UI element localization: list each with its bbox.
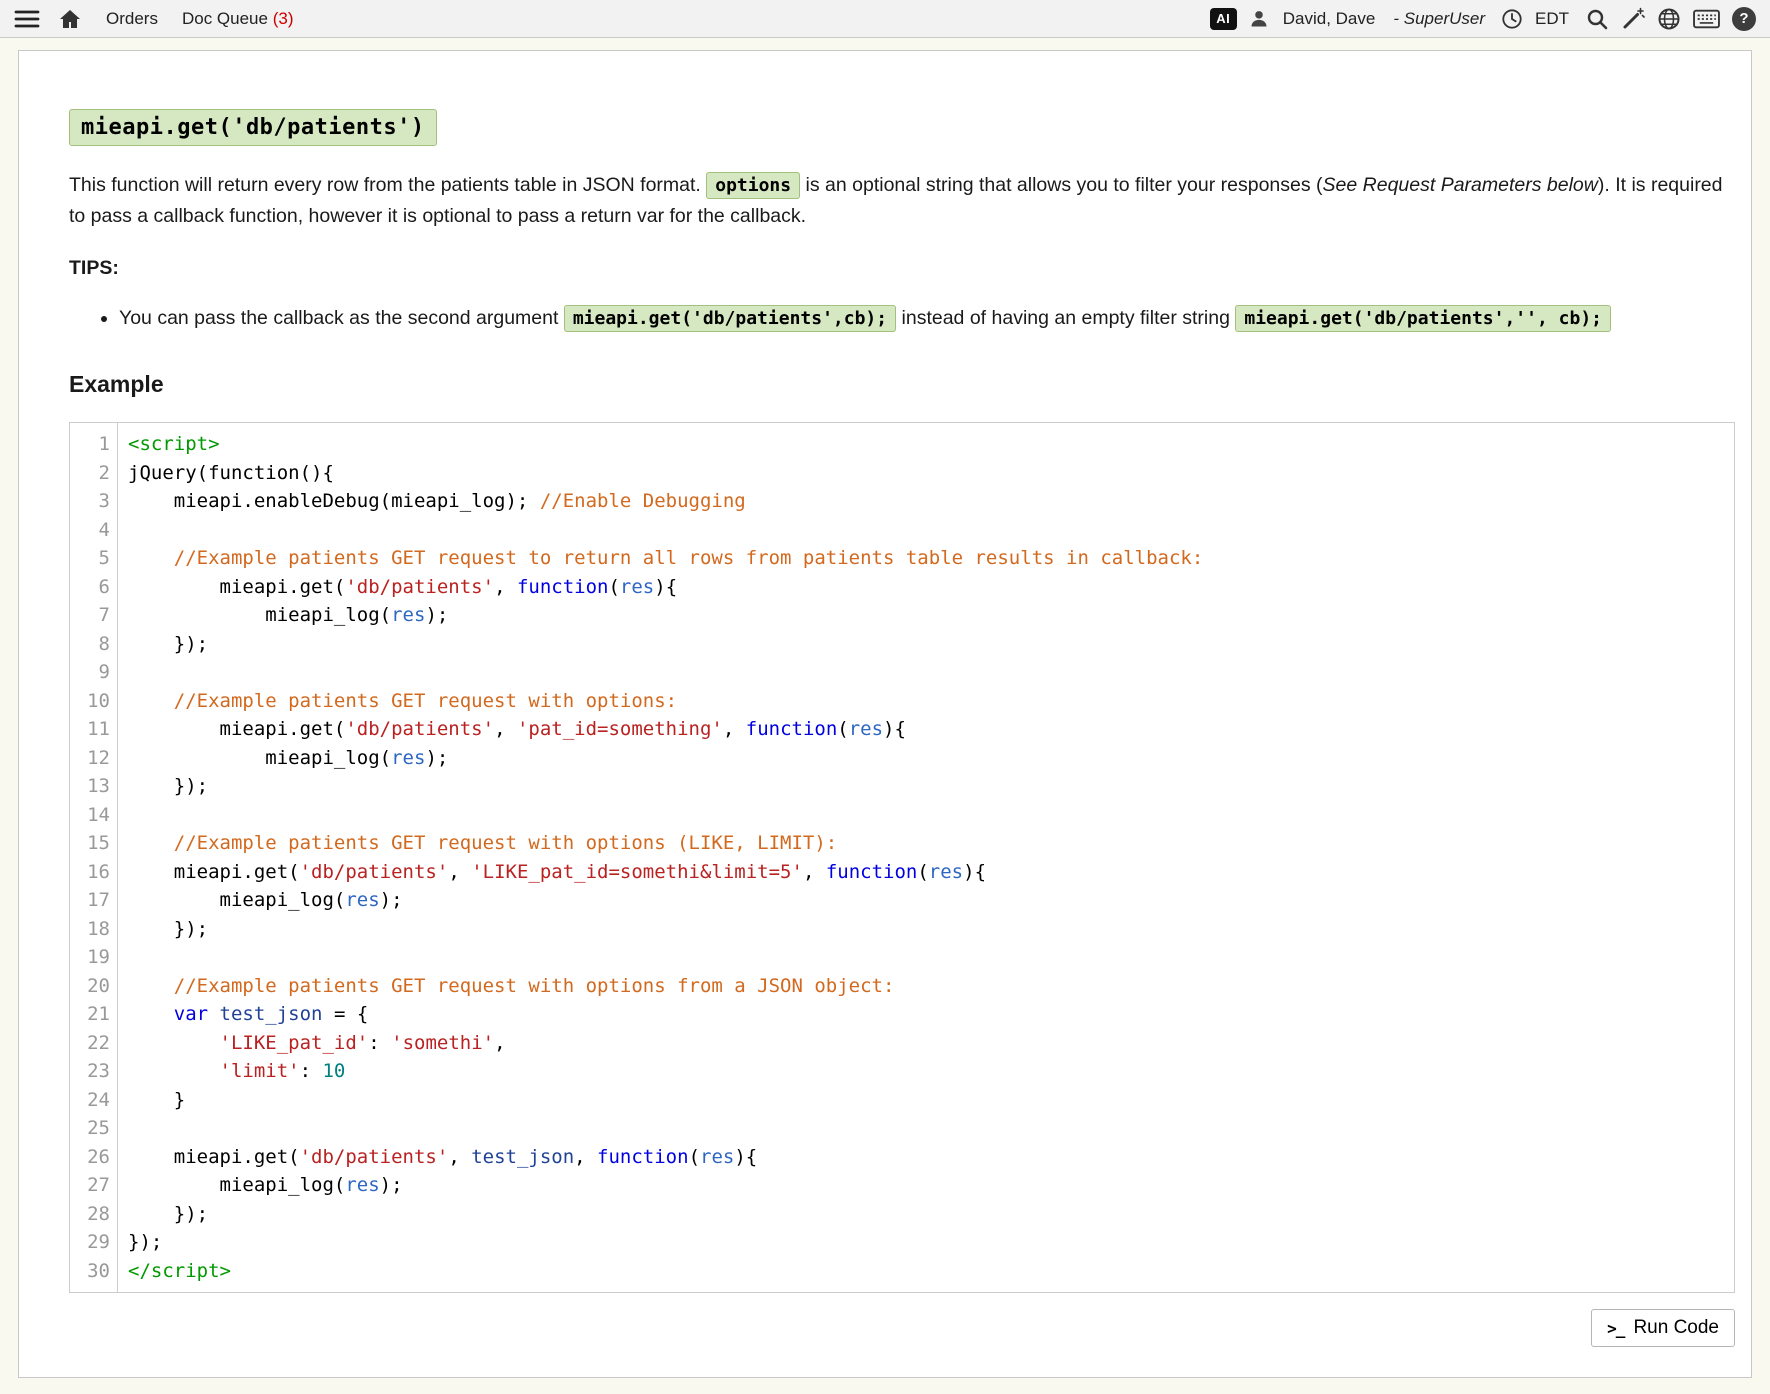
page-title: mieapi.get('db/patients') (69, 109, 437, 146)
line-number: 24 (70, 1086, 110, 1115)
line-number: 29 (70, 1228, 110, 1257)
toolbar-nav: Orders Doc Queue (3) (106, 9, 293, 29)
code-line: mieapi_log(res); (128, 886, 1726, 915)
home-icon[interactable] (58, 7, 82, 31)
code-line: //Example patients GET request with opti… (128, 687, 1726, 716)
line-number: 8 (70, 630, 110, 659)
line-number: 22 (70, 1029, 110, 1058)
line-number: 16 (70, 858, 110, 887)
code-line: //Example patients GET request with opti… (128, 829, 1726, 858)
toolbar-right: AI David, Dave - SuperUser EDT ? (1210, 7, 1756, 31)
terminal-prompt-icon: >_ (1607, 1319, 1624, 1338)
tip-item: You can pass the callback as the second … (119, 302, 1735, 335)
code-line: mieapi.get('db/patients', 'LIKE_pat_id=s… (128, 858, 1726, 887)
timezone-label: EDT (1535, 9, 1569, 29)
run-code-label: Run Code (1633, 1317, 1719, 1339)
code-line: jQuery(function(){ (128, 459, 1726, 488)
code-line: }); (128, 772, 1726, 801)
nav-orders[interactable]: Orders (106, 9, 158, 29)
line-number: 14 (70, 801, 110, 830)
line-number: 21 (70, 1000, 110, 1029)
wand-icon[interactable] (1621, 7, 1645, 31)
line-number: 9 (70, 658, 110, 687)
run-code-button[interactable]: >_ Run Code (1591, 1309, 1735, 1347)
help-icon[interactable]: ? (1732, 7, 1756, 31)
line-number: 26 (70, 1143, 110, 1172)
description: This function will return every row from… (69, 170, 1735, 231)
line-number: 15 (70, 829, 110, 858)
code-line: mieapi_log(res); (128, 1171, 1726, 1200)
line-number: 7 (70, 601, 110, 630)
code-line: //Example patients GET request to return… (128, 544, 1726, 573)
inline-code: options (706, 172, 800, 199)
menu-icon[interactable] (14, 8, 40, 30)
line-number: 13 (70, 772, 110, 801)
code-line: } (128, 1086, 1726, 1115)
inline-code: mieapi.get('db/patients','', cb); (1235, 305, 1611, 332)
code-line: mieapi_log(res); (128, 601, 1726, 630)
code-line: 'limit': 10 (128, 1057, 1726, 1086)
code-line: mieapi.get('db/patients', test_json, fun… (128, 1143, 1726, 1172)
code-line: mieapi.get('db/patients', function(res){ (128, 573, 1726, 602)
line-number: 5 (70, 544, 110, 573)
user-icon (1249, 9, 1269, 29)
line-number: 30 (70, 1257, 110, 1286)
nav-doc-queue[interactable]: Doc Queue (3) (182, 9, 294, 29)
line-number: 3 (70, 487, 110, 516)
code-line (128, 1114, 1726, 1143)
top-toolbar: Orders Doc Queue (3) AI David, Dave - Su… (0, 0, 1770, 38)
code-editor[interactable]: 1234567891011121314151617181920212223242… (69, 422, 1735, 1293)
code-lines: <script>jQuery(function(){ mieapi.enable… (118, 423, 1734, 1292)
line-number: 20 (70, 972, 110, 1001)
toolbar-left: Orders Doc Queue (3) (14, 7, 293, 31)
code-line: mieapi.enableDebug(mieapi_log); //Enable… (128, 487, 1726, 516)
globe-icon[interactable] (1657, 7, 1681, 31)
user-name[interactable]: David, Dave (1283, 9, 1376, 29)
line-number: 12 (70, 744, 110, 773)
tips-heading: TIPS: (69, 257, 1735, 280)
code-line (128, 658, 1726, 687)
code-line: mieapi_log(res); (128, 744, 1726, 773)
ai-badge[interactable]: AI (1210, 8, 1237, 30)
code-line: var test_json = { (128, 1000, 1726, 1029)
code-line: 'LIKE_pat_id': 'somethi', (128, 1029, 1726, 1058)
code-line (128, 801, 1726, 830)
example-heading: Example (69, 371, 1735, 398)
line-number: 17 (70, 886, 110, 915)
code-line: }); (128, 915, 1726, 944)
doc-queue-count: (3) (273, 9, 294, 28)
line-number: 23 (70, 1057, 110, 1086)
line-number: 1 (70, 430, 110, 459)
inline-code: mieapi.get('db/patients',cb); (564, 305, 896, 332)
emphasis-text: See Request Parameters below (1323, 174, 1598, 196)
doc-page: mieapi.get('db/patients') This function … (18, 50, 1752, 1378)
code-line: </script> (128, 1257, 1726, 1286)
line-number: 4 (70, 516, 110, 545)
code-line: //Example patients GET request with opti… (128, 972, 1726, 1001)
code-line (128, 943, 1726, 972)
line-number: 19 (70, 943, 110, 972)
line-number: 10 (70, 687, 110, 716)
tips-list: You can pass the callback as the second … (69, 302, 1735, 335)
code-line: <script> (128, 430, 1726, 459)
clock-icon[interactable] (1501, 8, 1523, 30)
code-line: }); (128, 630, 1726, 659)
code-gutter: 1234567891011121314151617181920212223242… (70, 423, 118, 1292)
code-line: }); (128, 1200, 1726, 1229)
line-number: 18 (70, 915, 110, 944)
line-number: 27 (70, 1171, 110, 1200)
line-number: 2 (70, 459, 110, 488)
run-row: >_ Run Code (69, 1309, 1735, 1347)
keyboard-icon[interactable] (1693, 9, 1720, 29)
doc-queue-label: Doc Queue (182, 9, 268, 28)
line-number: 6 (70, 573, 110, 602)
search-icon[interactable] (1585, 7, 1609, 31)
code-line: }); (128, 1228, 1726, 1257)
user-role: - SuperUser (1393, 9, 1485, 29)
code-line: mieapi.get('db/patients', 'pat_id=someth… (128, 715, 1726, 744)
line-number: 25 (70, 1114, 110, 1143)
line-number: 28 (70, 1200, 110, 1229)
line-number: 11 (70, 715, 110, 744)
code-line (128, 516, 1726, 545)
